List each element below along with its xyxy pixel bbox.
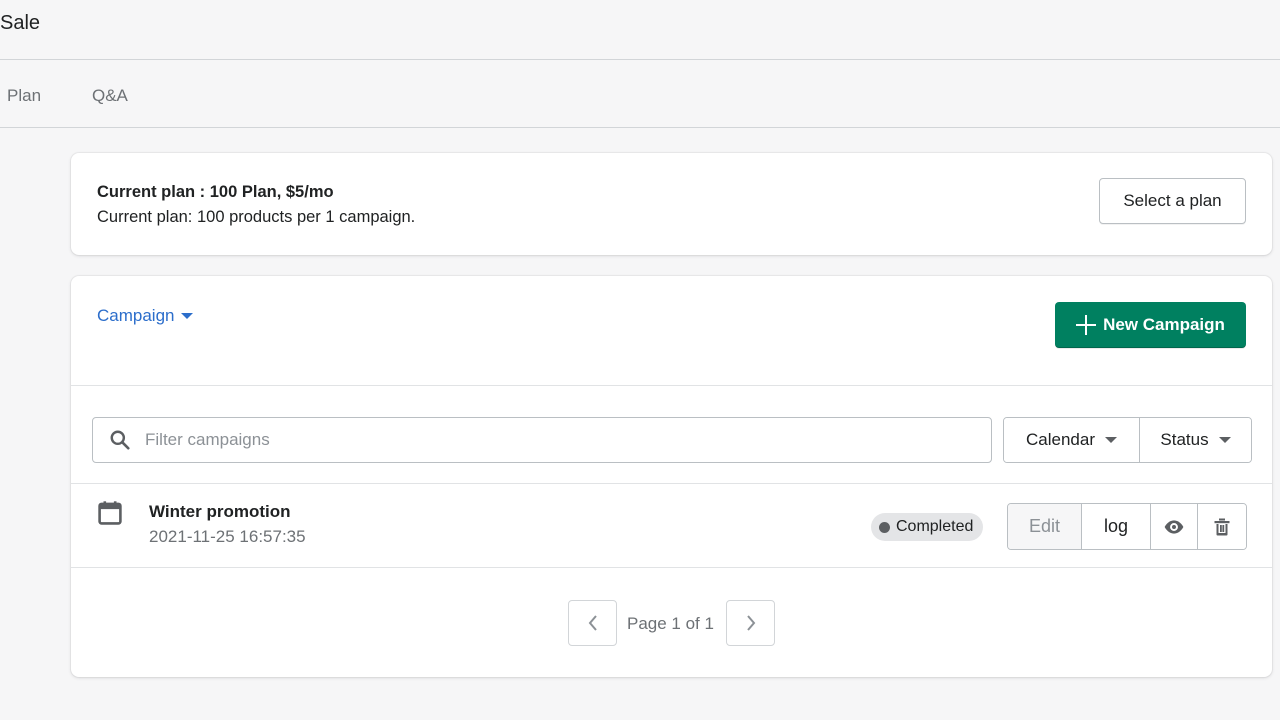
search-icon: [110, 430, 130, 450]
current-plan-card: Current plan : 100 Plan, $5/mo Current p…: [71, 153, 1272, 255]
tab-qa[interactable]: Q&A: [92, 86, 128, 106]
campaign-actions: Edit log: [1007, 503, 1247, 550]
filter-campaigns-input[interactable]: [145, 430, 991, 450]
log-button[interactable]: log: [1082, 504, 1151, 549]
campaign-date: 2021-11-25 16:57:35: [149, 527, 306, 546]
status-badge-label: Completed: [896, 518, 974, 535]
trash-icon: [1214, 518, 1230, 535]
tab-bar: Plan Q&A: [0, 60, 1280, 127]
select-plan-button[interactable]: Select a plan: [1099, 178, 1246, 224]
status-filter-button[interactable]: Status: [1140, 418, 1251, 462]
new-campaign-button[interactable]: New Campaign: [1055, 302, 1246, 348]
status-dot-icon: [879, 521, 890, 533]
filter-bar: Calendar Status: [71, 386, 1272, 484]
campaign-card: Campaign New Campaign Calendar Status: [71, 276, 1272, 677]
calendar-icon: [98, 501, 122, 525]
edit-button[interactable]: Edit: [1008, 504, 1082, 549]
campaign-dropdown[interactable]: Campaign: [97, 306, 193, 326]
tabs-divider: [0, 127, 1280, 128]
status-badge: Completed: [871, 513, 984, 541]
search-field[interactable]: [92, 417, 992, 463]
caret-down-icon: [1218, 437, 1231, 443]
eye-icon: [1164, 519, 1184, 534]
page-indicator: Page 1 of 1: [627, 614, 714, 633]
plus-icon: [1076, 315, 1097, 335]
calendar-filter-label: Calendar: [1026, 430, 1095, 449]
previous-page-button[interactable]: [568, 600, 617, 646]
app-title: Sale: [0, 12, 41, 34]
plan-title: Current plan : 100 Plan, $5/mo: [97, 183, 334, 201]
delete-button[interactable]: [1198, 504, 1246, 549]
chevron-right-icon: [746, 615, 755, 631]
tab-plan[interactable]: Plan: [7, 86, 41, 106]
status-filter-label: Status: [1160, 430, 1209, 449]
next-page-button[interactable]: [726, 600, 775, 646]
new-campaign-label: New Campaign: [1103, 315, 1225, 334]
caret-down-icon: [1105, 437, 1117, 443]
plan-description: Current plan: 100 products per 1 campaig…: [97, 208, 416, 226]
campaign-list-item: Winter promotion 2021-11-25 16:57:35 Com…: [71, 484, 1272, 568]
filter-button-group: Calendar Status: [1003, 417, 1252, 463]
caret-down-icon: [180, 313, 193, 319]
campaign-dropdown-label: Campaign: [97, 306, 175, 325]
calendar-filter-button[interactable]: Calendar: [1004, 418, 1140, 462]
campaign-card-header: Campaign New Campaign: [71, 276, 1272, 386]
pagination: Page 1 of 1: [71, 600, 1272, 646]
chevron-left-icon: [588, 615, 597, 631]
view-button[interactable]: [1151, 504, 1198, 549]
campaign-name[interactable]: Winter promotion: [149, 502, 291, 522]
